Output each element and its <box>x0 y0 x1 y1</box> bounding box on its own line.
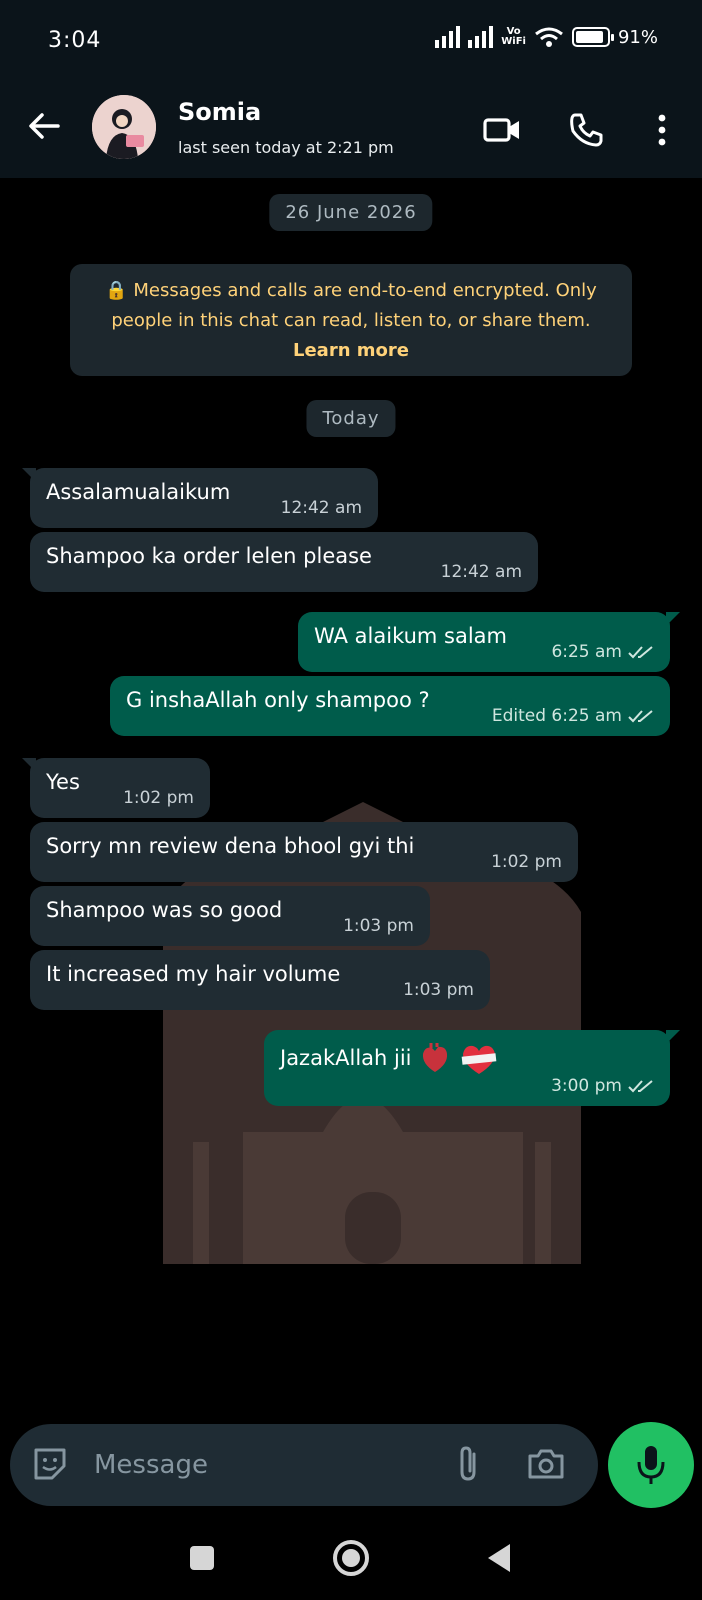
anatomical-heart-emoji-icon <box>423 1043 448 1072</box>
message-time: 3:00 pm <box>551 1076 622 1096</box>
camera-icon[interactable] <box>526 1444 566 1484</box>
message-time: 1:03 pm <box>403 980 474 1000</box>
message-time: 12:42 am <box>440 562 522 582</box>
message-bubble-outgoing[interactable]: WA alaikum salam 6:25 am <box>298 612 680 672</box>
message-time: 1:02 pm <box>123 788 194 808</box>
message-text: Yes <box>46 770 80 794</box>
message-bubble-outgoing[interactable]: JazakAllah jii 3:00 pm <box>264 1030 680 1106</box>
contact-name[interactable]: Somia <box>178 98 261 126</box>
volte-wifi-label: Vo WiFi <box>501 26 526 47</box>
message-bubble-incoming[interactable]: Shampoo ka order lelen please 12:42 am <box>30 532 538 592</box>
mic-button[interactable] <box>608 1422 694 1508</box>
message-bubble-outgoing[interactable]: G inshaAllah only shampoo ? Edited 6:25 … <box>110 676 670 736</box>
message-text: G inshaAllah only shampoo ? <box>126 688 430 712</box>
chat-header: Somia last seen today at 2:21 pm <box>0 80 702 178</box>
double-check-icon <box>628 710 653 723</box>
encryption-notice[interactable]: 🔒 Messages and calls are end-to-end encr… <box>70 264 632 376</box>
message-composer <box>10 1424 598 1506</box>
date-pill: 26 June 2026 <box>269 194 433 231</box>
sticker-icon[interactable] <box>30 1444 70 1484</box>
status-bar: 3:04 Vo WiFi 91% <box>0 0 702 80</box>
message-time: 1:02 pm <box>491 852 562 872</box>
message-text: WA alaikum salam <box>314 624 507 648</box>
message-text: Shampoo ka order lelen please <box>46 544 372 568</box>
mending-heart-emoji-icon <box>461 1045 497 1074</box>
message-time: 12:42 am <box>280 498 362 518</box>
message-bubble-incoming[interactable]: It increased my hair volume 1:03 pm <box>30 950 490 1010</box>
voice-call-icon[interactable] <box>566 110 606 150</box>
more-options-icon[interactable] <box>642 110 682 150</box>
message-time: 1:03 pm <box>343 916 414 936</box>
status-icons: Vo WiFi 91% <box>435 26 658 48</box>
message-bubble-incoming[interactable]: Yes 1:02 pm <box>22 758 210 818</box>
learn-more-link[interactable]: Learn more <box>84 336 618 366</box>
message-text: Sorry mn review dena bhool gyi thi <box>46 834 415 858</box>
message-time: 6:25 am <box>551 642 622 662</box>
home-circle-icon[interactable] <box>329 1536 373 1580</box>
message-text: It increased my hair volume <box>46 962 341 986</box>
chat-area[interactable]: 26 June 2026 🔒 Messages and calls are en… <box>0 178 702 1418</box>
message-bubble-incoming[interactable]: Assalamualaikum 12:42 am <box>22 468 378 528</box>
message-text: JazakAllah jii <box>280 1046 412 1070</box>
back-arrow-icon[interactable] <box>26 108 62 144</box>
message-time: Edited 6:25 am <box>491 706 622 726</box>
double-check-icon <box>628 1080 653 1093</box>
attach-paperclip-icon[interactable] <box>448 1444 488 1484</box>
video-call-icon[interactable] <box>482 110 522 150</box>
mic-icon <box>637 1446 665 1484</box>
last-seen-status: last seen today at 2:21 pm <box>178 138 394 157</box>
message-input[interactable] <box>94 1440 414 1490</box>
message-bubble-incoming[interactable]: Sorry mn review dena bhool gyi thi 1:02 … <box>30 822 578 882</box>
today-pill: Today <box>306 400 396 437</box>
back-triangle-icon[interactable] <box>478 1536 522 1580</box>
system-nav-bar <box>0 1518 702 1600</box>
battery-icon <box>571 27 614 47</box>
message-text: Shampoo was so good <box>46 898 283 922</box>
message-bubble-incoming[interactable]: Shampoo was so good 1:03 pm <box>30 886 430 946</box>
double-check-icon <box>628 646 653 659</box>
status-time: 3:04 <box>48 28 102 53</box>
signal-icon <box>435 26 461 48</box>
battery-percent: 91% <box>617 26 658 48</box>
recents-square-icon[interactable] <box>180 1536 224 1580</box>
wifi-icon <box>535 27 563 47</box>
avatar[interactable] <box>92 95 156 159</box>
signal-icon-2 <box>468 26 494 48</box>
message-text: Assalamualaikum <box>46 480 231 504</box>
encryption-text: 🔒 Messages and calls are end-to-end encr… <box>105 280 597 331</box>
